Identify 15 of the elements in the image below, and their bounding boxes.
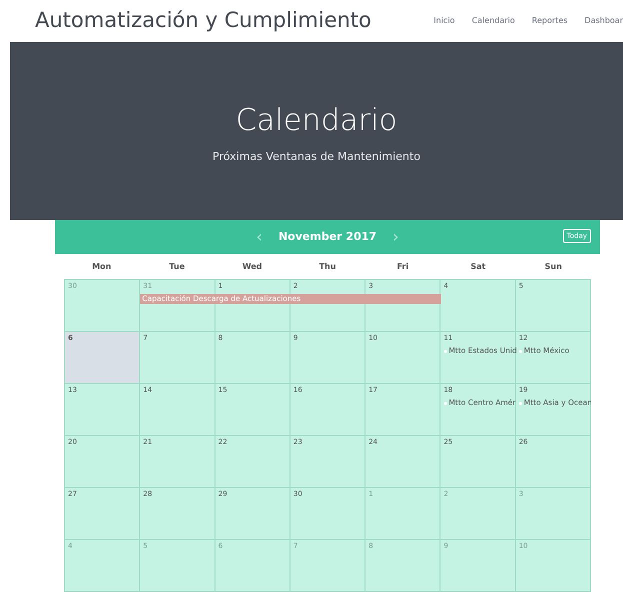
weekday-label: Tue [168,260,186,272]
site-title: Automatización y Cumplimiento [35,7,372,34]
weekday-label: Sun [544,260,563,272]
weekday-label: Fri [396,260,410,272]
weekday-label: Sat [470,260,487,272]
hero-subtitle: Próximas Ventanas de Mantenimiento [212,149,420,166]
weekday-label: Wed [241,260,264,272]
weekday-label: Mon [91,260,112,272]
month-title: November 2017 [278,228,377,245]
nav-link[interactable]: Calendario [472,15,515,27]
nav-link[interactable]: Reportes [532,15,568,27]
weekday-label: Thu [318,260,337,272]
nav-link[interactable]: Inicio [434,15,455,27]
hero-title: Calendario [236,102,398,140]
nav-link[interactable]: Dashboar [584,15,623,27]
